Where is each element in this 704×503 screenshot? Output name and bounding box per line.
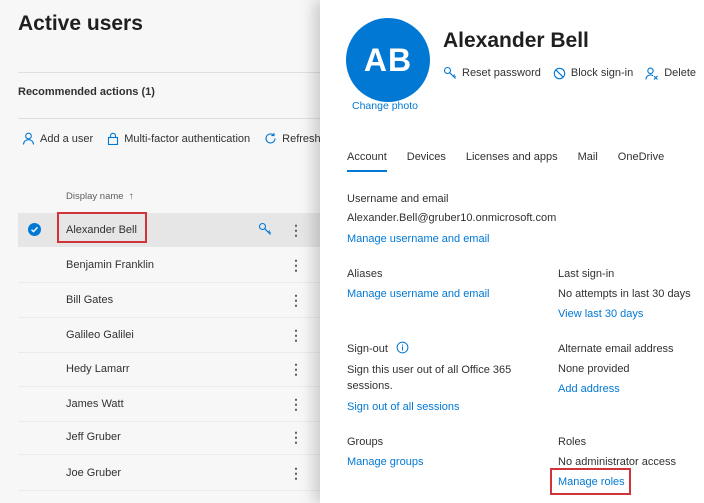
checkmark-icon[interactable]	[28, 223, 41, 236]
tab-onedrive[interactable]: OneDrive	[618, 151, 664, 172]
active-users-page: Active users Recommended actions (1) Add…	[0, 0, 320, 503]
signout-desc-line1: Sign this user out of all Office 365	[347, 364, 512, 376]
refresh-icon	[265, 133, 276, 144]
highlight-box	[57, 212, 147, 243]
table-row[interactable]: Bill Gates ⋮	[18, 283, 320, 317]
delete-user-label: Delete	[664, 67, 697, 79]
avatar: AB	[346, 18, 430, 102]
refresh-button[interactable]: Refresh	[264, 132, 320, 145]
block-icon	[553, 67, 566, 79]
user-name[interactable]: Hedy Lamarr	[66, 363, 130, 375]
user-display-name: Alexander Bell	[443, 29, 589, 52]
info-icon[interactable]	[396, 341, 409, 354]
user-name[interactable]: Benjamin Franklin	[66, 259, 154, 271]
tab-devices[interactable]: Devices	[407, 151, 446, 172]
table-row[interactable]: James Watt ⋮	[18, 387, 320, 421]
roles-heading: Roles	[558, 436, 587, 448]
sign-out-all-sessions-link[interactable]: Sign out of all sessions	[347, 401, 460, 413]
user-detail-panel: AB Change photo Alexander Bell Reset pas…	[320, 0, 704, 503]
recommended-actions[interactable]: Recommended actions (1)	[18, 86, 155, 98]
divider	[18, 72, 320, 73]
detail-tabs: Account Devices Licenses and apps Mail O…	[347, 151, 684, 172]
table-row[interactable]: Galileo Galilei ⋮	[18, 318, 320, 352]
more-options-icon[interactable]: ⋮	[289, 258, 303, 272]
mfa-button[interactable]: Multi-factor authentication	[107, 132, 250, 145]
table-row[interactable]: Benjamin Franklin ⋮	[18, 248, 320, 282]
row-divider	[18, 454, 320, 455]
manage-username-link[interactable]: Manage username and email	[347, 233, 489, 245]
user-name[interactable]: Galileo Galilei	[66, 329, 134, 341]
groups-heading: Groups	[347, 436, 384, 448]
tab-licenses-and-apps[interactable]: Licenses and apps	[466, 151, 558, 172]
reset-password-label: Reset password	[462, 67, 541, 79]
more-options-icon[interactable]: ⋮	[289, 430, 303, 444]
change-photo-link[interactable]: Change photo	[352, 100, 418, 112]
manage-aliases-link[interactable]: Manage username and email	[347, 288, 489, 300]
more-options-icon[interactable]: ⋮	[289, 466, 303, 480]
aliases-heading: Aliases	[347, 268, 383, 280]
lock-icon	[108, 132, 119, 145]
user-name[interactable]: James Watt	[66, 398, 124, 410]
sort-arrow-icon: ↑	[128, 191, 134, 202]
manage-groups-link[interactable]: Manage groups	[347, 456, 423, 468]
add-user-label: Add a user	[40, 132, 94, 145]
signout-heading: Sign-out	[347, 343, 388, 355]
more-options-icon[interactable]: ⋮	[289, 293, 303, 307]
alt-email-heading: Alternate email address	[558, 343, 674, 355]
key-icon	[443, 66, 456, 79]
tab-mail[interactable]: Mail	[578, 151, 598, 172]
last-signin-value: No attempts in last 30 days	[558, 288, 691, 300]
divider	[18, 118, 320, 119]
row-divider	[18, 490, 320, 491]
reset-password-button[interactable]: Reset password	[443, 66, 541, 80]
table-row[interactable]: Jeff Gruber ⋮	[18, 420, 320, 454]
mfa-label: Multi-factor authentication	[124, 132, 251, 145]
column-header-display-name[interactable]: Display name ↑	[66, 191, 134, 202]
signout-desc-line2: sessions.	[347, 380, 393, 392]
username-email-value: Alexander.Bell@gruber10.onmicrosoft.com	[347, 212, 557, 224]
person-icon	[22, 132, 35, 145]
user-name[interactable]: Jeff Gruber	[66, 431, 121, 443]
block-signin-button[interactable]: Block sign-in	[553, 67, 633, 80]
more-options-icon[interactable]: ⋮	[289, 328, 303, 342]
table-row[interactable]: Hedy Lamarr ⋮	[18, 352, 320, 386]
column-header-label: Display name	[66, 191, 124, 202]
user-name[interactable]: Bill Gates	[66, 294, 113, 306]
last-signin-heading: Last sign-in	[558, 268, 615, 280]
page-title: Active users	[18, 12, 143, 35]
table-row[interactable]: Joe Gruber ⋮	[18, 456, 320, 490]
refresh-label: Refresh	[282, 132, 320, 145]
view-last-30-days-link[interactable]: View last 30 days	[558, 308, 643, 320]
alt-email-value: None provided	[558, 363, 630, 375]
highlight-box	[550, 468, 631, 495]
more-options-icon[interactable]: ⋮	[289, 223, 303, 237]
more-options-icon[interactable]: ⋮	[289, 362, 303, 376]
users-toolbar: Add a user Multi-factor authentication R…	[22, 132, 320, 145]
user-actions-bar: Reset password Block sign-in Delete	[443, 66, 704, 80]
more-options-icon[interactable]: ⋮	[289, 397, 303, 411]
key-icon[interactable]	[258, 222, 272, 236]
add-user-button[interactable]: Add a user	[22, 132, 93, 145]
username-email-heading: Username and email	[347, 193, 449, 205]
delete-user-icon	[645, 67, 659, 80]
delete-user-button[interactable]: Delete	[645, 67, 696, 80]
block-signin-label: Block sign-in	[570, 67, 634, 79]
add-address-link[interactable]: Add address	[558, 383, 620, 395]
tab-account[interactable]: Account	[347, 151, 387, 172]
user-name[interactable]: Joe Gruber	[66, 467, 121, 479]
